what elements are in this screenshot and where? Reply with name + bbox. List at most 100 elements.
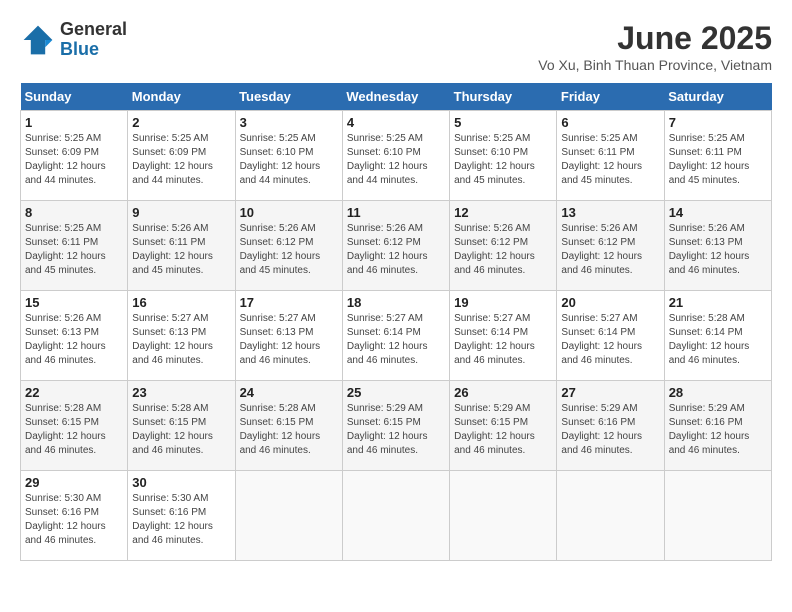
calendar-week-1: 1 Sunrise: 5:25 AMSunset: 6:09 PMDaylight… <box>21 111 772 201</box>
empty-cell <box>450 471 557 561</box>
logo-icon <box>20 22 56 58</box>
day-detail: Sunrise: 5:26 AMSunset: 6:13 PMDaylight:… <box>25 313 106 366</box>
day-detail: Sunrise: 5:25 AMSunset: 6:10 PMDaylight:… <box>347 133 428 186</box>
page-header: General Blue June 2025 Vo Xu, Binh Thuan… <box>20 20 772 73</box>
day-detail: Sunrise: 5:26 AMSunset: 6:12 PMDaylight:… <box>561 223 642 276</box>
weekday-header-row: SundayMondayTuesdayWednesdayThursdayFrid… <box>21 83 772 111</box>
calendar-day-20: 20 Sunrise: 5:27 AMSunset: 6:14 PMDayligh… <box>557 291 664 381</box>
day-number: 7 <box>669 115 767 130</box>
day-number: 20 <box>561 295 659 310</box>
calendar-day-6: 6 Sunrise: 5:25 AMSunset: 6:11 PMDaylight… <box>557 111 664 201</box>
day-number: 5 <box>454 115 552 130</box>
day-detail: Sunrise: 5:29 AMSunset: 6:15 PMDaylight:… <box>347 403 428 456</box>
calendar-week-3: 15 Sunrise: 5:26 AMSunset: 6:13 PMDayligh… <box>21 291 772 381</box>
weekday-header-monday: Monday <box>128 83 235 111</box>
day-detail: Sunrise: 5:27 AMSunset: 6:13 PMDaylight:… <box>240 313 321 366</box>
day-detail: Sunrise: 5:25 AMSunset: 6:10 PMDaylight:… <box>240 133 321 186</box>
day-number: 3 <box>240 115 338 130</box>
day-detail: Sunrise: 5:25 AMSunset: 6:09 PMDaylight:… <box>132 133 213 186</box>
day-number: 22 <box>25 385 123 400</box>
calendar-day-4: 4 Sunrise: 5:25 AMSunset: 6:10 PMDaylight… <box>342 111 449 201</box>
calendar-day-27: 27Sunrise: 5:29 AMSunset: 6:16 PMDayligh… <box>557 381 664 471</box>
logo: General Blue <box>20 20 127 60</box>
empty-cell <box>342 471 449 561</box>
calendar-day-26: 26 Sunrise: 5:29 AMSunset: 6:15 PMDayligh… <box>450 381 557 471</box>
day-number: 15 <box>25 295 123 310</box>
calendar-day-2: 2 Sunrise: 5:25 AMSunset: 6:09 PMDaylight… <box>128 111 235 201</box>
calendar-day-23: 23Sunrise: 5:28 AMSunset: 6:15 PMDayligh… <box>128 381 235 471</box>
day-detail: Sunrise: 5:29 AMSunset: 6:16 PMDaylight:… <box>561 403 642 456</box>
day-detail: Sunrise: 5:27 AMSunset: 6:14 PMDaylight:… <box>454 313 535 366</box>
calendar-table: SundayMondayTuesdayWednesdayThursdayFrid… <box>20 83 772 561</box>
calendar-day-9: 9 Sunrise: 5:26 AMSunset: 6:11 PMDaylight… <box>128 201 235 291</box>
day-detail: Sunrise: 5:26 AMSunset: 6:13 PMDaylight:… <box>669 223 750 276</box>
day-detail: Sunrise: 5:26 AMSunset: 6:12 PMDaylight:… <box>454 223 535 276</box>
calendar-day-22: 22Sunrise: 5:28 AMSunset: 6:15 PMDayligh… <box>21 381 128 471</box>
day-detail: Sunrise: 5:28 AMSunset: 6:15 PMDaylight:… <box>240 403 321 456</box>
calendar-week-4: 22 Sunrise: 5:28 AMSunset: 6:15 PMDayligh… <box>21 381 772 471</box>
day-detail: Sunrise: 5:26 AMSunset: 6:12 PMDaylight:… <box>240 223 321 276</box>
day-number: 25 <box>347 385 445 400</box>
day-detail: Sunrise: 5:25 AMSunset: 6:11 PMDaylight:… <box>25 223 106 276</box>
day-number: 4 <box>347 115 445 130</box>
calendar-day-13: 13Sunrise: 5:26 AMSunset: 6:12 PMDayligh… <box>557 201 664 291</box>
day-detail: Sunrise: 5:26 AMSunset: 6:11 PMDaylight:… <box>132 223 213 276</box>
day-number: 14 <box>669 205 767 220</box>
weekday-header-sunday: Sunday <box>21 83 128 111</box>
month-title: June 2025 <box>538 20 772 57</box>
title-block: June 2025 Vo Xu, Binh Thuan Province, Vi… <box>538 20 772 73</box>
day-detail: Sunrise: 5:28 AMSunset: 6:14 PMDaylight:… <box>669 313 750 366</box>
day-number: 16 <box>132 295 230 310</box>
day-detail: Sunrise: 5:29 AMSunset: 6:15 PMDaylight:… <box>454 403 535 456</box>
day-number: 12 <box>454 205 552 220</box>
day-number: 30 <box>132 475 230 490</box>
day-number: 28 <box>669 385 767 400</box>
calendar-day-29: 29 Sunrise: 5:30 AMSunset: 6:16 PMDayligh… <box>21 471 128 561</box>
day-number: 18 <box>347 295 445 310</box>
day-number: 26 <box>454 385 552 400</box>
day-detail: Sunrise: 5:26 AMSunset: 6:12 PMDaylight:… <box>347 223 428 276</box>
empty-cell <box>235 471 342 561</box>
calendar-day-18: 18 Sunrise: 5:27 AMSunset: 6:14 PMDayligh… <box>342 291 449 381</box>
day-number: 21 <box>669 295 767 310</box>
calendar-day-7: 7 Sunrise: 5:25 AMSunset: 6:11 PMDaylight… <box>664 111 771 201</box>
day-number: 29 <box>25 475 123 490</box>
calendar-day-25: 25 Sunrise: 5:29 AMSunset: 6:15 PMDayligh… <box>342 381 449 471</box>
day-number: 9 <box>132 205 230 220</box>
day-number: 6 <box>561 115 659 130</box>
logo-general-text: General <box>60 20 127 40</box>
day-detail: Sunrise: 5:30 AMSunset: 6:16 PMDaylight:… <box>132 493 213 546</box>
day-detail: Sunrise: 5:25 AMSunset: 6:09 PMDaylight:… <box>25 133 106 186</box>
location-title: Vo Xu, Binh Thuan Province, Vietnam <box>538 57 772 73</box>
day-detail: Sunrise: 5:25 AMSunset: 6:11 PMDaylight:… <box>561 133 642 186</box>
calendar-day-16: 16Sunrise: 5:27 AMSunset: 6:13 PMDayligh… <box>128 291 235 381</box>
day-detail: Sunrise: 5:25 AMSunset: 6:11 PMDaylight:… <box>669 133 750 186</box>
day-number: 11 <box>347 205 445 220</box>
day-detail: Sunrise: 5:25 AMSunset: 6:10 PMDaylight:… <box>454 133 535 186</box>
day-number: 10 <box>240 205 338 220</box>
calendar-week-2: 8 Sunrise: 5:25 AMSunset: 6:11 PMDaylight… <box>21 201 772 291</box>
calendar-day-24: 24Sunrise: 5:28 AMSunset: 6:15 PMDayligh… <box>235 381 342 471</box>
day-number: 8 <box>25 205 123 220</box>
empty-cell <box>557 471 664 561</box>
day-detail: Sunrise: 5:30 AMSunset: 6:16 PMDaylight:… <box>25 493 106 546</box>
day-detail: Sunrise: 5:29 AMSunset: 6:16 PMDaylight:… <box>669 403 750 456</box>
day-number: 1 <box>25 115 123 130</box>
day-detail: Sunrise: 5:27 AMSunset: 6:14 PMDaylight:… <box>347 313 428 366</box>
calendar-day-8: 8 Sunrise: 5:25 AMSunset: 6:11 PMDaylight… <box>21 201 128 291</box>
day-detail: Sunrise: 5:27 AMSunset: 6:14 PMDaylight:… <box>561 313 642 366</box>
calendar-day-15: 15 Sunrise: 5:26 AMSunset: 6:13 PMDayligh… <box>21 291 128 381</box>
day-number: 23 <box>132 385 230 400</box>
calendar-day-5: 5 Sunrise: 5:25 AMSunset: 6:10 PMDaylight… <box>450 111 557 201</box>
empty-cell <box>664 471 771 561</box>
weekday-header-tuesday: Tuesday <box>235 83 342 111</box>
calendar-day-12: 12 Sunrise: 5:26 AMSunset: 6:12 PMDayligh… <box>450 201 557 291</box>
calendar-day-10: 10 Sunrise: 5:26 AMSunset: 6:12 PMDayligh… <box>235 201 342 291</box>
calendar-day-11: 11 Sunrise: 5:26 AMSunset: 6:12 PMDayligh… <box>342 201 449 291</box>
day-number: 2 <box>132 115 230 130</box>
calendar-day-14: 14 Sunrise: 5:26 AMSunset: 6:13 PMDayligh… <box>664 201 771 291</box>
weekday-header-wednesday: Wednesday <box>342 83 449 111</box>
logo-blue-text: Blue <box>60 40 127 60</box>
calendar-day-3: 3 Sunrise: 5:25 AMSunset: 6:10 PMDaylight… <box>235 111 342 201</box>
calendar-day-19: 19Sunrise: 5:27 AMSunset: 6:14 PMDayligh… <box>450 291 557 381</box>
